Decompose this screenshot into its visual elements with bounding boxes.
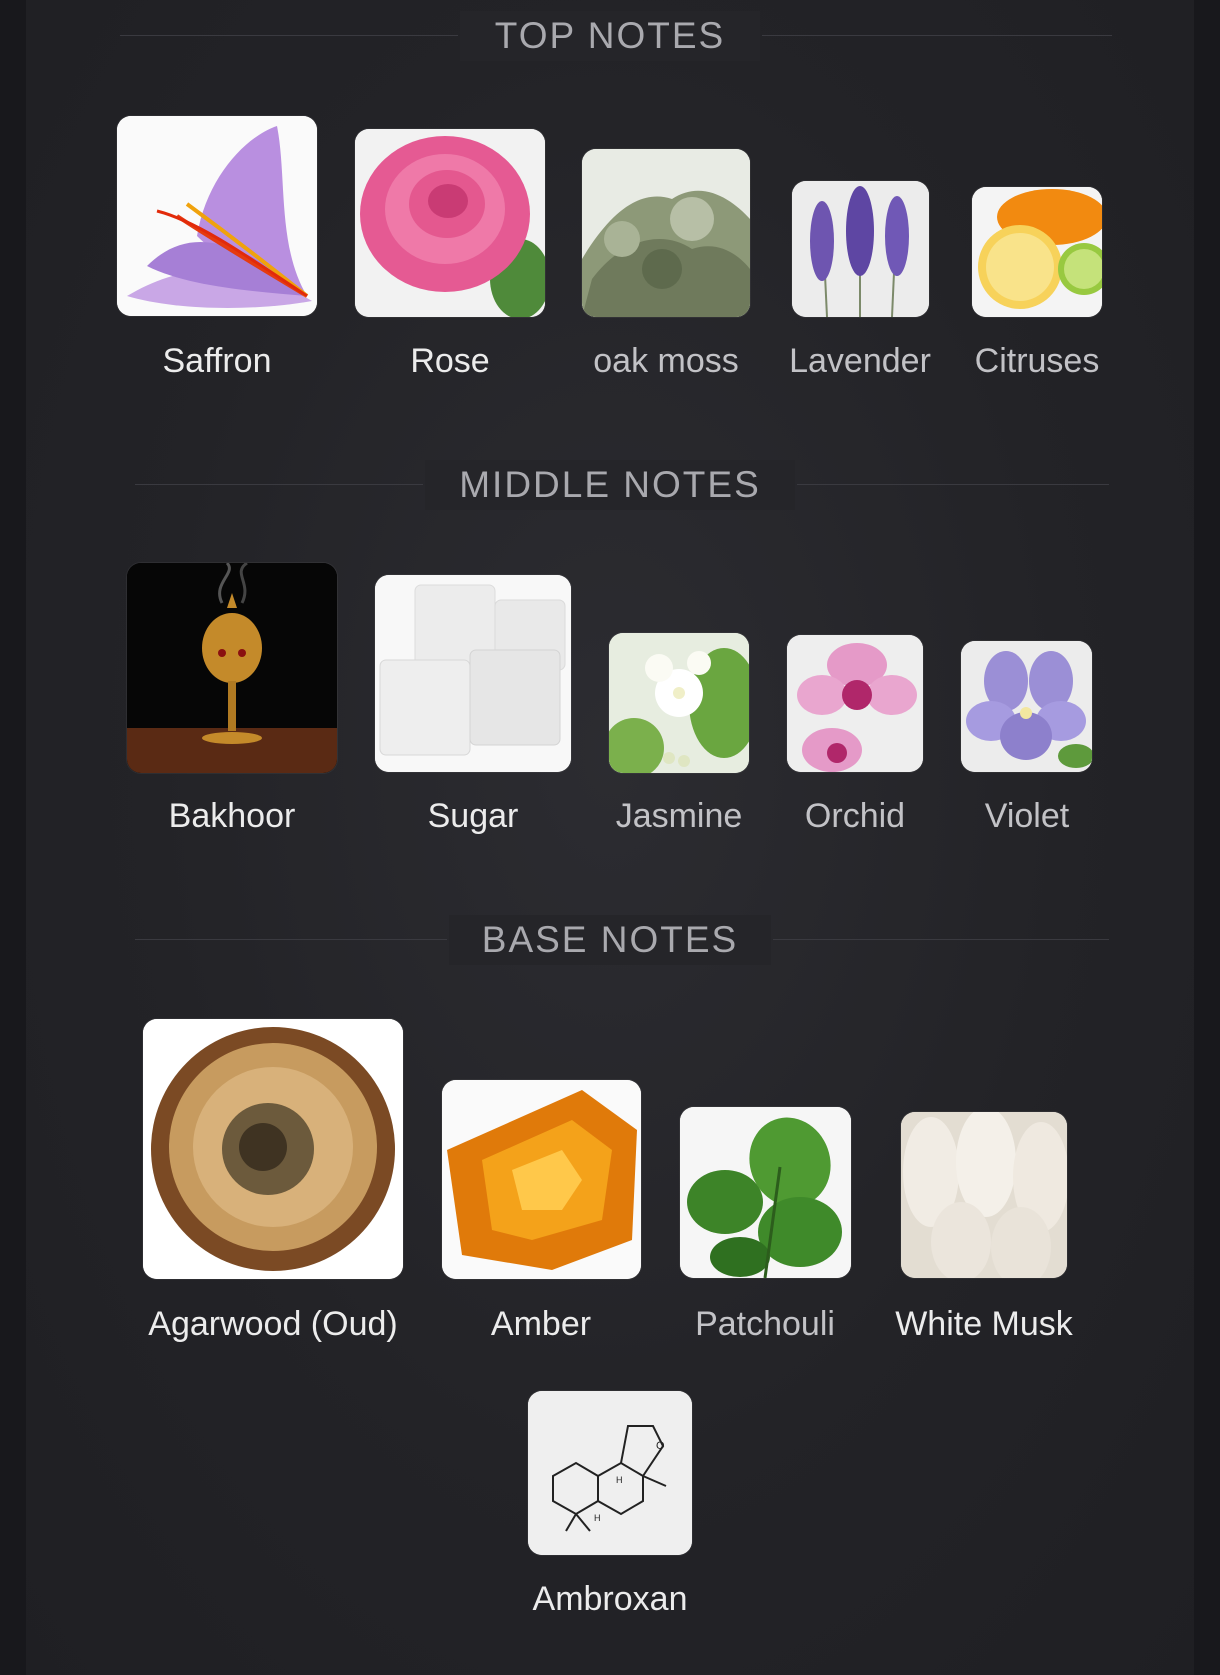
violet-icon [961, 641, 1092, 772]
note-label: Saffron [162, 342, 272, 380]
lavender-icon [792, 181, 929, 317]
patchouli-icon [680, 1107, 851, 1278]
divider-line [797, 484, 1109, 485]
note-label: Jasmine [615, 797, 743, 835]
note-label: Patchouli [695, 1305, 835, 1343]
svg-text:H: H [616, 1475, 623, 1485]
agarwood-icon [143, 1019, 403, 1279]
divider-line [120, 35, 458, 36]
citruses-icon [972, 187, 1102, 317]
rose-icon [355, 129, 545, 317]
top-notes-title: TOP NOTES [460, 11, 760, 61]
note-label: Citruses [974, 342, 1100, 380]
note-label: Sugar [427, 797, 519, 835]
divider-line [773, 939, 1109, 940]
note-label: Orchid [804, 797, 906, 835]
middle-notes-title: MIDDLE NOTES [425, 460, 795, 510]
amber-icon [442, 1080, 641, 1279]
note-label: Agarwood (Oud) [148, 1305, 398, 1343]
orchid-icon [787, 635, 923, 772]
note-label: Violet [984, 797, 1070, 835]
sugar-icon [375, 575, 571, 772]
svg-text:O: O [656, 1440, 665, 1452]
divider-line [135, 939, 447, 940]
bakhoor-icon [127, 563, 337, 773]
note-label: Amber [490, 1305, 592, 1343]
svg-text:H: H [594, 1513, 601, 1523]
ambroxan-icon: O H H [528, 1391, 692, 1555]
note-label: Ambroxan [532, 1580, 688, 1618]
note-label: Rose [410, 342, 490, 380]
oak-moss-icon [582, 149, 750, 317]
top-notes-header: TOP NOTES [0, 11, 1220, 61]
divider-line [762, 35, 1112, 36]
middle-notes-header: MIDDLE NOTES [0, 460, 1220, 510]
base-notes-title: BASE NOTES [449, 915, 771, 965]
note-label: White Musk [895, 1305, 1073, 1343]
note-label: Lavender [789, 342, 931, 380]
white-musk-icon [901, 1112, 1067, 1278]
jasmine-icon [609, 633, 749, 773]
base-notes-header: BASE NOTES [0, 915, 1220, 965]
divider-line [135, 484, 423, 485]
saffron-icon [117, 116, 317, 316]
note-label: oak moss [593, 342, 739, 380]
note-label: Bakhoor [168, 797, 296, 835]
